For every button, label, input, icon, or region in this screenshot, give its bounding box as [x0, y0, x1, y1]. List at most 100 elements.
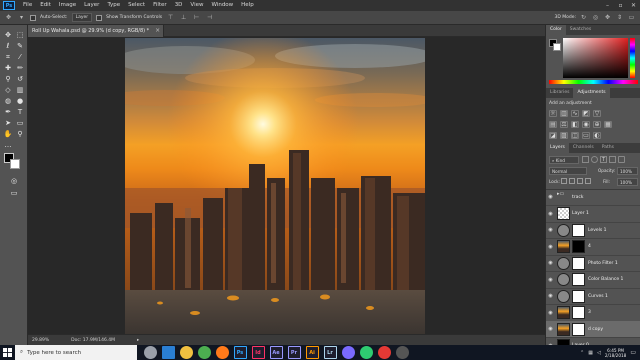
file-explorer-icon[interactable]: [179, 346, 193, 359]
hue-saturation-icon[interactable]: ▤: [549, 121, 557, 128]
menu-image[interactable]: Image: [55, 0, 80, 11]
color-field[interactable]: [563, 38, 628, 78]
status-menu-icon[interactable]: ▸: [137, 338, 139, 343]
3d-rotate-icon[interactable]: ↻: [579, 13, 588, 22]
pixel-filter-icon[interactable]: [582, 156, 589, 163]
visibility-eye-icon[interactable]: ◉: [546, 222, 555, 239]
chrome-icon[interactable]: [197, 346, 211, 359]
menu-filter[interactable]: Filter: [149, 0, 171, 11]
layer-mask-thumbnail[interactable]: [572, 306, 585, 319]
notifications-icon[interactable]: ▭: [630, 349, 636, 356]
shape-filter-icon[interactable]: [609, 156, 616, 163]
workspace-icon[interactable]: ▭: [627, 13, 636, 22]
after-effects-icon[interactable]: Ae: [269, 346, 283, 359]
layer-row[interactable]: ◉ 4: [546, 239, 640, 256]
brightness-icon[interactable]: ☼: [549, 110, 557, 117]
layer-row[interactable]: ◉ Levels 1: [546, 222, 640, 239]
folder-icon[interactable]: ▸▭: [557, 190, 570, 204]
align-left-icon[interactable]: ⊢: [192, 13, 201, 22]
blend-mode-dropdown[interactable]: Normal: [549, 167, 587, 175]
auto-select-checkbox[interactable]: [30, 14, 36, 21]
layer-mask-thumbnail[interactable]: [572, 273, 585, 286]
layer-row[interactable]: ◉ ▸▭ track: [546, 189, 640, 206]
align-top-icon[interactable]: ⊤: [166, 13, 175, 22]
indesign-icon[interactable]: Id: [251, 346, 265, 359]
media-icon[interactable]: [341, 346, 355, 359]
visibility-eye-icon[interactable]: ◉: [546, 321, 555, 338]
exposure-icon[interactable]: ◩: [582, 110, 590, 117]
show-transform-checkbox[interactable]: [96, 14, 103, 21]
close-document-icon[interactable]: ×: [155, 25, 160, 37]
menu-window[interactable]: Window: [207, 0, 237, 11]
align-middle-icon[interactable]: ⊥: [179, 13, 188, 22]
layer-thumbnail[interactable]: [557, 306, 570, 319]
layer-row[interactable]: ◉ d copy: [546, 321, 640, 338]
levels-icon[interactable]: ▥: [560, 110, 568, 117]
layer-mask-thumbnail[interactable]: [572, 322, 585, 336]
zoom-tool-icon[interactable]: ⚲: [14, 128, 26, 140]
layer-mask-thumbnail[interactable]: [572, 289, 585, 303]
menu-3d[interactable]: 3D: [171, 0, 187, 11]
layer-mask-thumbnail[interactable]: [572, 240, 585, 253]
type-filter-icon[interactable]: T: [600, 156, 607, 163]
tab-paths[interactable]: Paths: [598, 143, 618, 153]
visibility-eye-icon[interactable]: ◉: [546, 189, 555, 206]
visibility-eye-icon[interactable]: ◉: [546, 288, 555, 305]
tab-libraries[interactable]: Libraries: [546, 88, 573, 98]
volume-icon[interactable]: ◁: [597, 350, 601, 356]
photoshop-icon[interactable]: Ps: [233, 346, 247, 359]
lightroom-icon[interactable]: Lr: [323, 346, 337, 359]
tab-color[interactable]: Color: [546, 25, 566, 35]
tray-chevron-icon[interactable]: ⌃: [580, 350, 584, 356]
background-color-swatch[interactable]: [10, 159, 20, 169]
layer-thumbnail[interactable]: [557, 223, 570, 237]
layer-thumbnail[interactable]: [557, 322, 570, 336]
hue-slider[interactable]: [630, 38, 635, 78]
zoom-level[interactable]: 29.89%: [32, 338, 49, 343]
visibility-eye-icon[interactable]: ◉: [546, 205, 555, 222]
layer-row[interactable]: ◉ Photo Filter 1: [546, 255, 640, 272]
layer-row[interactable]: ◉ Curves 1: [546, 288, 640, 305]
app-red-icon[interactable]: [377, 346, 391, 359]
premiere-icon[interactable]: Pr: [287, 346, 301, 359]
filter-kind-dropdown[interactable]: ⌕ Kind: [549, 156, 579, 164]
layer-thumbnail[interactable]: [557, 240, 570, 253]
gradient-map-icon[interactable]: ▭: [582, 132, 590, 139]
layer-row[interactable]: ◉ Color Balance 1: [546, 272, 640, 289]
posterize-icon[interactable]: ▨: [560, 132, 568, 139]
taskbar-search[interactable]: ⌕ Type here to search: [15, 345, 137, 360]
app-green-icon[interactable]: [359, 346, 373, 359]
background-swatch[interactable]: [553, 43, 561, 51]
threshold-icon[interactable]: ◫: [571, 132, 579, 139]
menu-file[interactable]: File: [19, 0, 36, 11]
lock-all-icon[interactable]: [585, 178, 591, 184]
tab-adjustments[interactable]: Adjustments: [573, 88, 610, 98]
3d-slide-icon[interactable]: ⇕: [615, 13, 624, 22]
document-tab[interactable]: Roll Up Wahala.psd @ 29.9% (d copy, RGB/…: [28, 25, 165, 37]
vibrance-icon[interactable]: ▽: [593, 110, 601, 117]
firefox-icon[interactable]: [215, 346, 229, 359]
visibility-eye-icon[interactable]: ◉: [546, 238, 555, 255]
close-icon[interactable]: ✕: [627, 0, 640, 11]
selective-color-icon[interactable]: ◐: [593, 132, 601, 139]
lock-position-icon[interactable]: [577, 178, 583, 184]
edge-icon[interactable]: e: [161, 346, 175, 359]
align-center-icon[interactable]: ⊣: [205, 13, 214, 22]
layer-row[interactable]: ◉ Layer 1: [546, 206, 640, 223]
menu-layer[interactable]: Layer: [80, 0, 103, 11]
layer-row[interactable]: ◉ 3: [546, 305, 640, 322]
quick-mask-icon[interactable]: ◎: [8, 175, 20, 187]
layer-thumbnail[interactable]: [557, 289, 570, 303]
color-balance-icon[interactable]: ⚖: [560, 121, 568, 128]
artwork-canvas[interactable]: [125, 38, 425, 335]
layer-thumbnail[interactable]: [557, 256, 570, 270]
black-white-icon[interactable]: ◧: [571, 121, 579, 128]
3d-pan-icon[interactable]: ✥: [603, 13, 612, 22]
illustrator-icon[interactable]: Ai: [305, 346, 319, 359]
task-view-icon[interactable]: [143, 346, 157, 359]
lock-transparent-icon[interactable]: [561, 178, 567, 184]
menu-edit[interactable]: Edit: [36, 0, 55, 11]
invert-icon[interactable]: ◪: [549, 132, 557, 139]
visibility-eye-icon[interactable]: ◉: [546, 271, 555, 288]
channel-mixer-icon[interactable]: ⊕: [593, 121, 601, 128]
